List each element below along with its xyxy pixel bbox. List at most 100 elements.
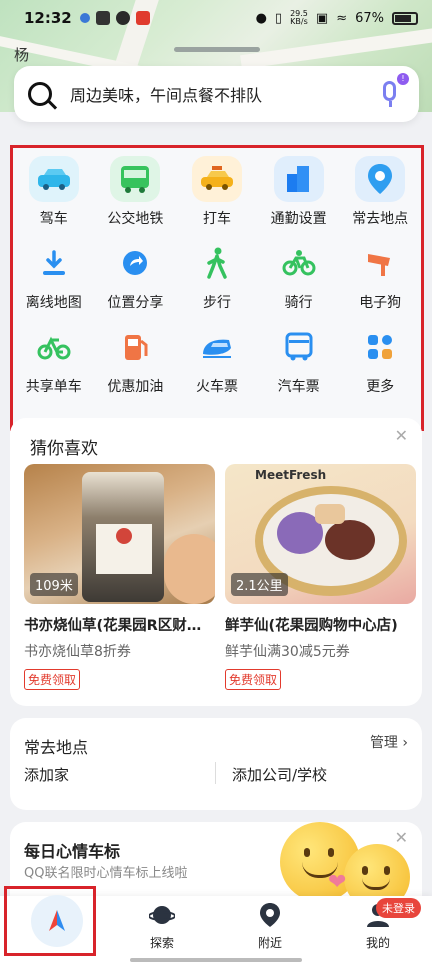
grid-item-label: 更多: [366, 379, 395, 395]
status-right: ● ▯ 29.5 KB/s ▣ ≈ 67%: [256, 10, 418, 26]
share-location-icon: [110, 240, 160, 286]
grid-item-label: 驾车: [39, 211, 68, 227]
claim-coupon-button[interactable]: 免费领取: [225, 669, 282, 690]
grid-item-label: 骑行: [284, 295, 313, 311]
notification-icons: [79, 11, 150, 25]
search-placeholder[interactable]: 周边美味，午间点餐不排队: [70, 82, 375, 106]
gesture-bar[interactable]: [130, 958, 302, 962]
car-icon: [28, 156, 79, 202]
bicycle-icon: [274, 240, 324, 286]
sim-icon: ▣: [315, 10, 329, 26]
close-icon[interactable]: ✕: [395, 828, 408, 847]
search-icon: [28, 82, 52, 106]
vibrate-icon: ▯: [274, 10, 283, 26]
section-title: 猜你喜欢: [30, 439, 98, 459]
navigation-arrow-icon: [31, 895, 83, 947]
drag-handle[interactable]: [174, 47, 260, 52]
grid-item-taxi[interactable]: 打车: [176, 152, 258, 236]
commute-icon: [273, 156, 324, 202]
battery-icon: [392, 11, 418, 25]
grid-item-walk[interactable]: 步行: [176, 236, 258, 320]
add-home-button[interactable]: 添加家: [24, 764, 69, 785]
grid-item-label: 通勤设置: [270, 211, 327, 227]
camera-icon: [355, 240, 405, 286]
heart-icon: ❤: [328, 870, 347, 895]
search-bar[interactable]: 周边美味，午间点餐不排队 !: [14, 66, 419, 122]
promo-subtitle: QQ联名限时心情车标上线啦: [24, 866, 188, 881]
brand-logo: MeetFresh: [255, 468, 327, 482]
deal-name: 书亦烧仙草(花果园R区财富...: [24, 618, 215, 634]
map-label: 杨: [14, 46, 30, 64]
deal-card[interactable]: MeetFresh 2.1公里 鲜芋仙(花果园购物中心店) 鲜芋仙满30减5元券…: [225, 464, 416, 690]
grid-item-train[interactable]: 火车票: [176, 320, 258, 404]
claim-coupon-button[interactable]: 免费领取: [24, 669, 81, 690]
grid-item-coach[interactable]: 汽车票: [258, 320, 340, 404]
train-icon: [192, 324, 242, 370]
grid-item-more-grid[interactable]: 更多: [339, 320, 421, 404]
network-speed: 29.5 KB/s: [290, 9, 308, 26]
grid-item-label: 优惠加油: [107, 379, 164, 395]
location-pin-icon: [355, 156, 406, 202]
frequent-places-card: 常去地点 管理 › 添加家 添加公司/学校: [10, 718, 422, 810]
deal-image: MeetFresh 2.1公里: [225, 464, 416, 604]
deal-card[interactable]: 109米 书亦烧仙草(花果园R区财富... 书亦烧仙草8折券 免费领取: [24, 464, 215, 690]
grid-item-shared-bike[interactable]: 共享单车: [13, 320, 95, 404]
mic-badge: !: [397, 73, 409, 85]
grid-item-label: 打车: [202, 211, 231, 227]
grid-item-label: 公交地铁: [107, 211, 164, 227]
manage-link[interactable]: 管理 ›: [370, 732, 408, 752]
bus-icon: [110, 156, 161, 202]
grid-item-car[interactable]: 驾车: [13, 152, 95, 236]
deal-subtitle: 书亦烧仙草8折券: [24, 644, 131, 660]
login-status-badge: 未登录: [376, 898, 421, 918]
function-grid: 驾车 公交地铁 打车 通勤设置 常去地点离线地图 位置分享 步行 骑行 电子狗共享单车 优惠加油 火…: [13, 148, 421, 404]
app-notification-icon: [95, 11, 110, 25]
home-tab-button[interactable]: [4, 886, 96, 956]
divider: [215, 762, 216, 784]
voice-assistant-icon[interactable]: !: [375, 73, 409, 109]
status-time: 12:32: [24, 9, 72, 27]
grid-item-camera[interactable]: 电子狗: [339, 236, 421, 320]
grid-item-label: 汽车票: [277, 379, 320, 395]
nav-explore[interactable]: 探索: [122, 902, 202, 951]
grid-item-download[interactable]: 离线地图: [13, 236, 95, 320]
shared-bike-icon: [29, 324, 79, 370]
distance-badge: 2.1公里: [231, 573, 288, 596]
grid-item-bicycle[interactable]: 骑行: [258, 236, 340, 320]
grid-item-fuel[interactable]: 优惠加油: [95, 320, 177, 404]
grid-item-label: 常去地点: [352, 211, 409, 227]
app-notification-icon: [79, 13, 90, 23]
chevron-right-icon: ›: [402, 735, 408, 751]
grid-item-label: 离线地图: [25, 295, 82, 311]
app-notification-icon: [115, 11, 130, 25]
function-grid-panel: 驾车 公交地铁 打车 通勤设置 常去地点离线地图 位置分享 步行 骑行 电子狗共享单车 优惠加油 火…: [10, 145, 424, 431]
grid-item-bus[interactable]: 公交地铁: [95, 152, 177, 236]
coach-icon: [274, 324, 324, 370]
grid-item-location-pin[interactable]: 常去地点: [339, 152, 421, 236]
grid-item-share-location[interactable]: 位置分享: [95, 236, 177, 320]
fuel-icon: [110, 324, 160, 370]
deal-subtitle: 鲜芋仙满30减5元券: [225, 644, 350, 660]
grid-item-label: 共享单车: [25, 379, 82, 395]
more-grid-icon: [355, 324, 405, 370]
guess-you-like-card: 猜你喜欢 ✕ 109米 书亦烧仙草(花果园R区财富... 书亦烧仙草8折券 免费…: [10, 418, 422, 706]
taxi-icon: [191, 156, 242, 202]
grid-item-label: 位置分享: [107, 295, 164, 311]
grid-item-commute[interactable]: 通勤设置: [258, 152, 340, 236]
grid-item-label: 步行: [202, 295, 231, 311]
battery-percent: 67%: [355, 10, 384, 26]
grid-item-label: 火车票: [195, 379, 238, 395]
download-icon: [29, 240, 79, 286]
close-icon[interactable]: ✕: [395, 426, 408, 445]
wifi-icon: ≈: [336, 10, 348, 26]
promo-title: 每日心情车标: [24, 842, 121, 861]
app-notification-icon: [135, 11, 150, 25]
planet-icon: [149, 902, 175, 928]
section-title: 常去地点: [24, 738, 89, 757]
grid-item-label: 电子狗: [359, 295, 402, 311]
location-status-icon: ●: [255, 10, 267, 26]
add-company-button[interactable]: 添加公司/学校: [232, 764, 327, 785]
nav-nearby[interactable]: 附近: [230, 902, 310, 951]
status-bar: 12:32 ● ▯ 29.5 KB/s ▣ ≈ 67%: [0, 0, 432, 36]
deal-image: 109米: [24, 464, 215, 604]
